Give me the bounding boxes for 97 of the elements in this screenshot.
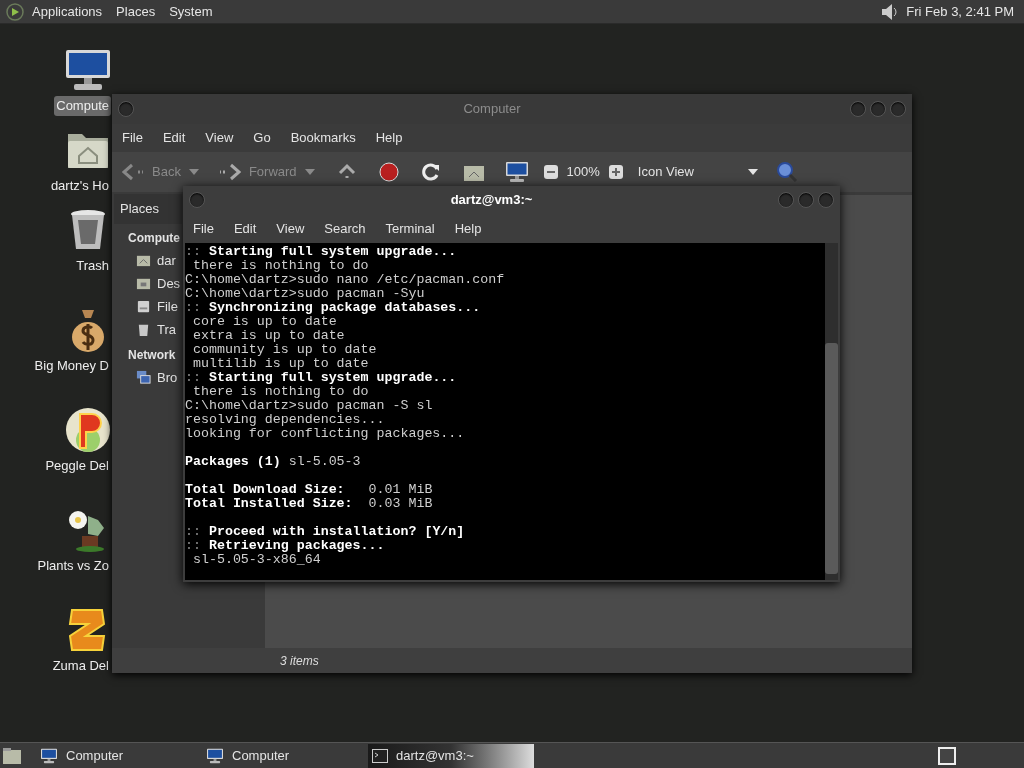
terminal-line: resolving dependencies... (185, 412, 385, 427)
caret-icon (747, 169, 758, 175)
stop-icon[interactable] (378, 162, 399, 182)
window-control[interactable] (778, 192, 794, 208)
caret-icon (304, 169, 315, 175)
window-control[interactable] (870, 101, 886, 117)
home-folder-icon (136, 253, 151, 268)
terminal-line: extra is up to date (191, 328, 345, 343)
terminal-line: Proceed with installation? [Y/n] (208, 525, 465, 539)
desktop-icon-label[interactable]: Compute (54, 96, 111, 116)
side-pane-item[interactable]: Des (157, 273, 181, 294)
panel-menu[interactable]: Places (116, 1, 156, 22)
side-pane-item[interactable]: Bro (157, 367, 178, 388)
terminal-line: there is nothing to do (191, 258, 369, 273)
panel-menu[interactable]: Applications (32, 1, 103, 22)
desktop-icon-label[interactable]: Trash (74, 256, 111, 276)
prompt-marker: :: (185, 301, 201, 315)
terminal-line: C:\home\dartz>sudo nano /etc/pacman.conf (185, 272, 505, 287)
view-mode-dropdown[interactable]: Icon View (637, 162, 758, 182)
desktop-icon-label[interactable]: Zuma Del (50, 656, 111, 676)
menu-item[interactable]: Edit (162, 128, 186, 148)
reload-icon[interactable] (420, 162, 441, 182)
menu-item[interactable]: Search (324, 218, 366, 239)
window-menu-control[interactable] (118, 101, 134, 117)
side-pane-heading: Compute (128, 230, 180, 247)
menu-item[interactable]: Terminal (385, 218, 435, 239)
terminal-line: Synchronizing package databases... (208, 301, 481, 315)
terminal-line: Total Installed Size: 0.03 MiB (185, 496, 433, 511)
prompt-marker: :: (185, 525, 201, 539)
desktop-icon-label[interactable]: Plants vs Zo (35, 556, 111, 576)
terminal-line: Retrieving packages... (208, 539, 385, 553)
status-text: 3 items (280, 652, 319, 670)
side-pane-item[interactable]: File (157, 296, 178, 317)
terminal-line: Packages (1) sl-5.05-3 (185, 454, 361, 469)
computer-icon (504, 161, 529, 183)
taskbar-button[interactable]: Computer (202, 743, 368, 768)
terminal-line: core is up to date (191, 314, 337, 329)
terminal-line: C:\home\dartz>sudo pacman -Syu (185, 286, 425, 301)
menu-item[interactable]: Go (253, 128, 271, 148)
computer-icon (40, 747, 58, 764)
menu-item[interactable]: File (193, 218, 214, 239)
side-pane-heading: Network (128, 347, 176, 364)
menu-item[interactable]: Help (454, 218, 482, 239)
search-icon[interactable] (775, 161, 798, 183)
terminal-line: Total Download Size: 0.01 MiB (185, 482, 433, 497)
terminal-line: multilib is up to date (191, 356, 369, 371)
workspace-switcher-icon[interactable] (938, 746, 956, 765)
terminal-line: looking for conflicting packages... (185, 426, 465, 441)
window-control[interactable] (818, 192, 834, 208)
forward-arrow-icon (218, 163, 241, 181)
menu-item[interactable]: View (205, 128, 234, 148)
side-pane-item[interactable]: dar (157, 250, 176, 271)
panel-menu[interactable]: System (169, 1, 213, 22)
terminal-icon (372, 748, 388, 763)
scrollbar-thumb[interactable] (825, 343, 838, 574)
main-menu-logo-icon[interactable] (6, 2, 24, 21)
window-control[interactable] (798, 192, 814, 208)
zoom-out-icon[interactable] (542, 164, 559, 180)
prompt-marker: :: (185, 539, 201, 553)
drive-icon (136, 299, 151, 314)
clock[interactable]: Fri Feb 3, 2:41 PM (906, 1, 1014, 22)
peggle-ball-icon (64, 406, 112, 454)
menu-item[interactable]: View (276, 218, 305, 239)
caret-icon (188, 169, 199, 175)
terminal-line: Starting full system upgrade... (208, 245, 457, 259)
window-control[interactable] (890, 101, 906, 117)
terminal-line: there is nothing to do (191, 384, 369, 399)
window-menu-control[interactable] (189, 192, 205, 208)
menu-item[interactable]: Edit (233, 218, 257, 239)
zoom-in-icon[interactable] (607, 164, 624, 180)
show-desktop-icon[interactable] (2, 746, 22, 765)
taskbar-button[interactable]: dartz@vm3:~ (368, 743, 534, 768)
back-arrow-icon (122, 163, 144, 181)
side-pane-selector[interactable]: Places (114, 194, 182, 224)
terminal-line: sl-5.05-3-x86_64 (191, 552, 321, 567)
taskbar-button[interactable]: Computer (36, 743, 202, 768)
trash-icon (136, 322, 151, 337)
zoom-level: 100% (566, 163, 600, 182)
desktop-icon-label[interactable]: Big Money D (32, 356, 111, 376)
network-icon (136, 370, 151, 385)
computer-icon (206, 747, 224, 764)
prompt-marker: :: (185, 245, 201, 259)
scrollbar[interactable] (825, 243, 838, 580)
folder-icon (136, 276, 151, 291)
menu-item[interactable]: Help (375, 128, 403, 148)
terminal-line: community is up to date (191, 342, 377, 357)
desktop-icon-label[interactable]: dartz's Ho (48, 176, 111, 196)
prompt-marker: :: (185, 371, 201, 385)
menu-item[interactable]: Bookmarks (290, 128, 356, 148)
terminal-line: C:\home\dartz>sudo pacman -S sl (185, 398, 433, 413)
window-title: Computer (462, 100, 522, 119)
side-pane-item[interactable]: Tra (157, 319, 177, 340)
menu-item[interactable]: File (122, 128, 143, 148)
terminal-line: Starting full system upgrade... (208, 371, 457, 385)
window-control[interactable] (850, 101, 866, 117)
window-title: dartz@vm3:~ (449, 191, 534, 210)
desktop-icon-label[interactable]: Peggle Del (43, 456, 111, 476)
